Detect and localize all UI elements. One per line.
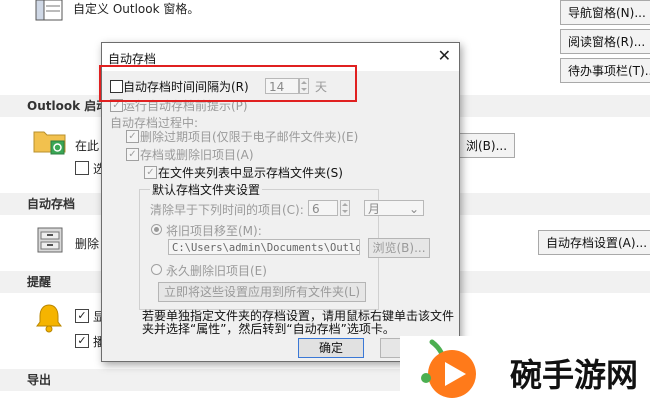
move-to-label: 将旧项目移至(M): [166, 224, 262, 238]
clean-value-spinner[interactable] [340, 200, 350, 216]
browse-path-button[interactable]: 浏览(B)... [368, 238, 430, 258]
apply-all-button[interactable]: 立即将这些设置应用到所有文件夹(L) [158, 282, 366, 302]
clean-older-label: 清除早于下列时间的项目(C): [150, 203, 304, 217]
close-icon[interactable]: ✕ [438, 46, 451, 65]
move-to-radio[interactable] [151, 224, 162, 235]
window-layout-icon [34, 0, 64, 22]
outlook-start-text: 在此 [75, 139, 100, 153]
reminder-sound-checkbox[interactable]: ✓ [75, 334, 89, 348]
reminder-show-checkbox[interactable]: ✓ [75, 309, 89, 323]
show-archive-label: 在文件夹列表中显示存档文件夹(S) [158, 166, 343, 180]
folder-start-icon [32, 126, 68, 156]
chevron-down-icon: ⌄ [408, 202, 419, 216]
todo-bar-button[interactable]: 待办事项栏(T)... [560, 58, 650, 83]
default-settings-title: 默认存档文件夹设置 [150, 181, 263, 198]
permanent-delete-label: 永久删除旧项目(E) [166, 264, 267, 278]
clean-value-input[interactable]: 6 [308, 200, 338, 216]
highlight-box [99, 65, 357, 102]
browse-button[interactable]: 浏(B)... [458, 133, 516, 158]
reading-pane-button[interactable]: 阅读窗格(R)... [560, 29, 650, 54]
archive-cabinet-icon [32, 224, 68, 254]
clean-unit-value: 月 [368, 202, 381, 216]
show-archive-checkbox[interactable]: ✓ [144, 166, 157, 179]
autoarchive-text: 删除 [75, 237, 100, 251]
watermark: 碗手游网 [400, 336, 650, 404]
delete-expired-checkbox[interactable]: ✓ [126, 130, 139, 143]
archive-or-delete-label: 存档或删除旧项目(A) [140, 148, 254, 162]
outlook-start-checkbox[interactable] [75, 161, 89, 175]
dialog-note: 若要单独指定文件夹的存档设置，请用鼠标右键单击该文件夹并选择“属性”，然后转到“… [142, 309, 455, 336]
watermark-logo-icon [414, 338, 490, 404]
archive-or-delete-checkbox[interactable]: ✓ [126, 148, 139, 161]
autoarchive-settings-button[interactable]: 自动存档设置(A)... [538, 230, 650, 255]
archive-path-input[interactable]: C:\Users\admin\Documents\Outloo [168, 239, 360, 255]
ok-button[interactable]: 确定 [298, 338, 364, 358]
watermark-text: 碗手游网 [510, 356, 639, 394]
customize-pane-text: 自定义 Outlook 窗格。 [73, 2, 200, 16]
nav-pane-button[interactable]: 导航窗格(N)... [560, 0, 650, 25]
delete-expired-label: 删除过期项目(仅限于电子邮件文件夹)(E) [140, 130, 359, 144]
clean-unit-select[interactable]: 月 ⌄ [364, 200, 424, 216]
bell-icon [33, 302, 65, 334]
permanent-delete-radio[interactable] [151, 264, 162, 275]
